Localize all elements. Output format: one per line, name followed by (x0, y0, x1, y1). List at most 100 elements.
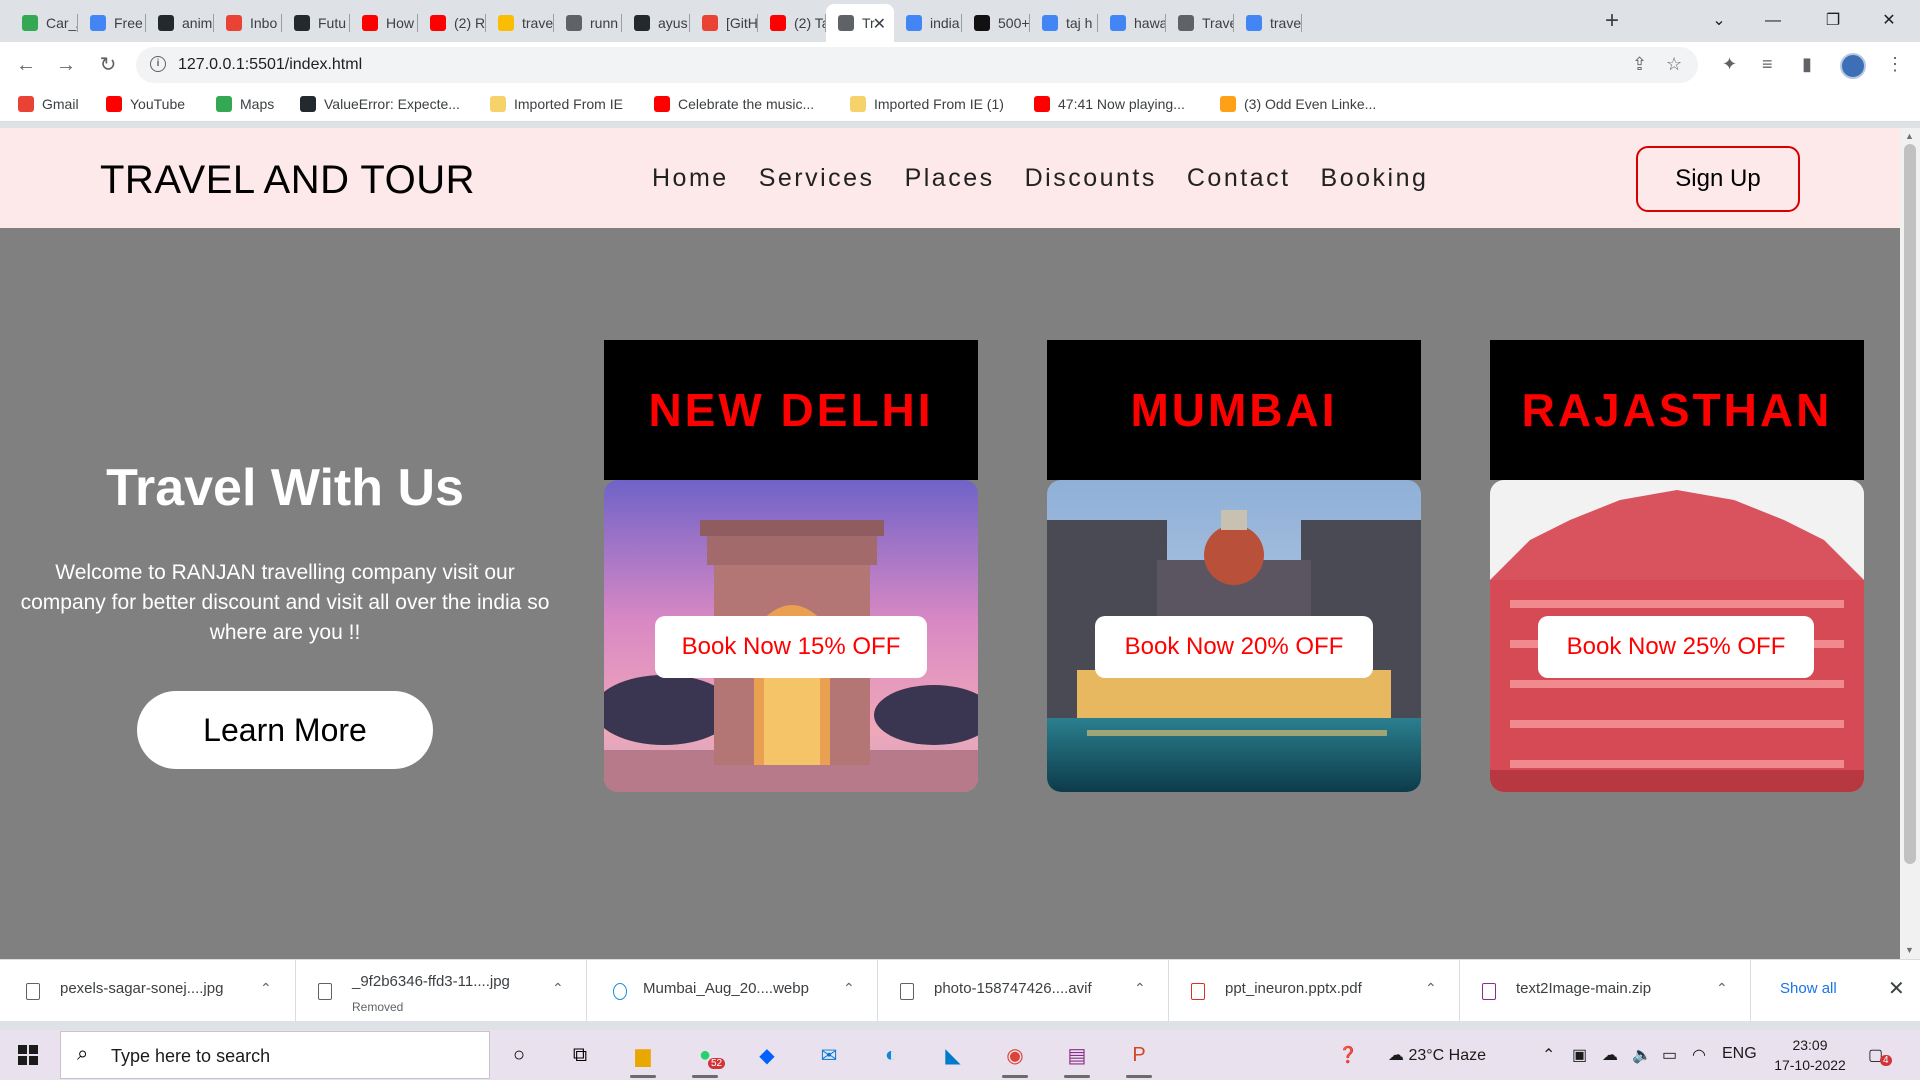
browser-tab[interactable]: Car_/ (10, 4, 78, 42)
forward-arrow-icon[interactable]: → (52, 51, 80, 79)
tray-chevron-icon[interactable]: ⌃ (1542, 1045, 1555, 1065)
book-now-rajasthan-button[interactable]: Book Now 25% OFF (1538, 616, 1814, 678)
bookmark-item[interactable]: 47:41 Now playing... (1034, 96, 1185, 112)
browser-tab[interactable]: 500+ (962, 4, 1030, 42)
media-queue-icon[interactable]: ≡ (1762, 54, 1773, 75)
edge-icon[interactable]: ◐ (874, 1038, 908, 1072)
browser-tab[interactable]: Trave (1166, 4, 1234, 42)
bookmark-star-icon[interactable]: ☆ (1666, 54, 1682, 75)
cortana-circle-icon[interactable]: ○ (502, 1038, 536, 1072)
bookmark-item[interactable]: (3) Odd Even Linke... (1220, 96, 1376, 112)
network-icon[interactable]: ▣ (1572, 1045, 1587, 1065)
browser-tab[interactable]: Free (78, 4, 146, 42)
restore-button[interactable]: ❐ (1810, 6, 1856, 36)
browser-tab[interactable]: trave (1234, 4, 1302, 42)
scroll-down-icon[interactable]: ▼ (1905, 945, 1914, 955)
nav-places[interactable]: Places (905, 164, 995, 193)
close-window-button[interactable]: ✕ (1866, 6, 1912, 36)
nav-booking[interactable]: Booking (1321, 164, 1429, 193)
share-icon[interactable]: ⇪ (1632, 54, 1647, 75)
chevron-up-icon[interactable]: ⌃ (843, 980, 855, 997)
close-icon[interactable]: ✕ (1888, 976, 1905, 1001)
bookmark-item[interactable]: ValueError: Expecte... (300, 96, 460, 112)
chrome-icon[interactable]: ◉ (998, 1038, 1032, 1078)
scrollbar-thumb[interactable] (1904, 144, 1916, 864)
browser-tab[interactable]: india (894, 4, 962, 42)
chevron-up-icon[interactable]: ⌃ (1716, 980, 1728, 997)
site-logo[interactable]: TRAVEL AND TOUR (100, 158, 475, 203)
back-arrow-icon[interactable]: ← (12, 51, 40, 79)
nav-discounts[interactable]: Discounts (1025, 164, 1157, 193)
bookmark-item[interactable]: Imported From IE (490, 96, 623, 112)
address-bar[interactable]: i 127.0.0.1:5501/index.html ⇪ ☆ (136, 47, 1698, 83)
site-info-icon[interactable]: i (150, 56, 166, 72)
close-tab-icon[interactable]: ✕ (873, 14, 886, 34)
url-text[interactable]: 127.0.0.1:5501/index.html (178, 56, 362, 74)
download-item[interactable]: Mumbai_Aug_20....webp ⌃ (587, 960, 878, 1022)
browser-tab[interactable]: trave (486, 4, 554, 42)
vscode-icon[interactable]: ◣ (936, 1038, 970, 1072)
browser-tab[interactable]: How (350, 4, 418, 42)
browser-tab[interactable]: [GitH (690, 4, 758, 42)
mail-icon[interactable]: ✉ (812, 1038, 846, 1072)
browser-tab[interactable]: ayus (622, 4, 690, 42)
file-explorer-icon[interactable]: ▆ (626, 1038, 660, 1078)
task-view-icon[interactable]: ⧉ (563, 1038, 597, 1072)
browser-tab[interactable]: hawa (1098, 4, 1166, 42)
onedrive-icon[interactable]: ☁ (1602, 1045, 1618, 1065)
windows-start-icon[interactable] (18, 1045, 38, 1065)
clock[interactable]: 23:09 17-10-2022 (1770, 1035, 1850, 1075)
browser-tab[interactable]: Tr ✕ (826, 4, 894, 42)
bookmark-item[interactable]: Gmail (18, 96, 79, 112)
browser-tab[interactable]: taj h (1030, 4, 1098, 42)
bookmark-item[interactable]: Celebrate the music... (654, 96, 814, 112)
help-icon[interactable]: ❓ (1338, 1045, 1358, 1065)
taskbar-search-input[interactable]: ⌕ Type here to search (60, 1031, 490, 1079)
chevron-up-icon[interactable]: ⌃ (1425, 980, 1437, 997)
winrar-icon[interactable]: ▤ (1060, 1038, 1094, 1078)
chevron-up-icon[interactable]: ⌃ (552, 980, 564, 997)
download-item[interactable]: text2Image-main.zip ⌃ (1460, 960, 1751, 1022)
browser-tab[interactable]: Inbo (214, 4, 282, 42)
side-panel-icon[interactable]: ▮ (1802, 54, 1812, 75)
book-now-mumbai-button[interactable]: Book Now 20% OFF (1095, 616, 1373, 678)
download-item[interactable]: ppt_ineuron.pptx.pdf ⌃ (1169, 960, 1460, 1022)
browser-tab[interactable]: (2) Ta (758, 4, 826, 42)
profile-avatar[interactable] (1840, 53, 1866, 79)
weather-widget[interactable]: ☁ 23°C Haze (1388, 1045, 1486, 1065)
powerpoint-icon[interactable]: P (1122, 1038, 1156, 1078)
nav-contact[interactable]: Contact (1187, 164, 1291, 193)
battery-icon[interactable]: ▭ (1662, 1045, 1677, 1065)
extensions-puzzle-icon[interactable]: ✦ (1722, 54, 1737, 75)
browser-tab[interactable]: (2) R (418, 4, 486, 42)
book-now-delhi-button[interactable]: Book Now 15% OFF (655, 616, 927, 678)
browser-tab[interactable]: runn (554, 4, 622, 42)
chevron-up-icon[interactable]: ⌃ (260, 980, 272, 997)
new-tab-button[interactable]: + (1598, 8, 1626, 36)
browser-tab[interactable]: anim (146, 4, 214, 42)
sign-up-button[interactable]: Sign Up (1636, 146, 1800, 212)
page-scrollbar[interactable]: ▲ ▼ (1900, 128, 1920, 959)
bookmark-item[interactable]: YouTube (106, 96, 185, 112)
show-all-downloads-link[interactable]: Show all (1780, 980, 1837, 997)
notifications-icon[interactable]: ▢ 4 (1868, 1045, 1892, 1066)
whatsapp-icon[interactable]: ● 52 (688, 1038, 726, 1078)
menu-kebab-icon[interactable]: ⋮ (1886, 54, 1904, 75)
nav-home[interactable]: Home (652, 164, 729, 193)
chevron-up-icon[interactable]: ⌃ (1134, 980, 1146, 997)
language-indicator[interactable]: ENG (1722, 1045, 1757, 1063)
bookmark-item[interactable]: Imported From IE (1) (850, 96, 1004, 112)
download-item[interactable]: photo-158747426....avif ⌃ (878, 960, 1169, 1022)
reload-icon[interactable]: ↻ (94, 51, 122, 79)
volume-icon[interactable]: 🔈 (1632, 1045, 1652, 1065)
scroll-up-icon[interactable]: ▲ (1905, 131, 1914, 141)
wifi-icon[interactable]: ◠ (1692, 1045, 1706, 1065)
learn-more-button[interactable]: Learn More (137, 691, 433, 769)
dropbox-icon[interactable]: ◆ (750, 1038, 784, 1072)
bookmark-item[interactable]: Maps (216, 96, 274, 112)
browser-tab[interactable]: Futu (282, 4, 350, 42)
download-item[interactable]: _9f2b6346-ffd3-11....jpg Removed ⌃ (296, 960, 587, 1022)
nav-services[interactable]: Services (759, 164, 875, 193)
tab-search-chevron-icon[interactable]: ⌄ (1696, 6, 1742, 36)
download-item[interactable]: pexels-sagar-sonej....jpg ⌃ (0, 960, 296, 1022)
